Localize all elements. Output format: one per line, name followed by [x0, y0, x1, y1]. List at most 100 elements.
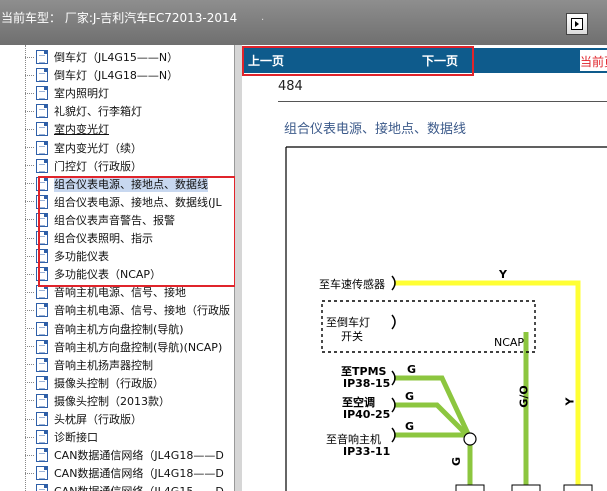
module-box-right — [563, 484, 593, 491]
wire-yellow-speed-sensor — [394, 280, 581, 491]
tree-item-label: 倒车灯（JL4G18——N） — [54, 69, 179, 83]
document-icon — [36, 50, 48, 64]
connector-tpms — [391, 370, 396, 386]
tree-item[interactable]: 倒车灯（JL4G18——N） — [25, 66, 234, 84]
tree-branch-line — [25, 291, 34, 293]
tree-item-label: 室内变光灯（续） — [54, 141, 142, 155]
connector-speed-sensor — [391, 275, 396, 291]
module-box-left — [455, 484, 485, 491]
label-tpms-2: IP38-15 — [343, 377, 391, 390]
tree-item-label: 音响主机方向盘控制(导航) — [54, 322, 184, 336]
document-icon — [36, 393, 48, 408]
tree-branch-line — [25, 382, 34, 384]
label-wire-y-top: Y — [499, 268, 507, 281]
wiring-diagram — [285, 146, 607, 491]
tree-item-label: CAN数据通信网络（JL4G15——D — [54, 483, 224, 491]
tree-item[interactable]: 音响主机电源、信号、接地（行政版 — [25, 301, 234, 319]
document-icon — [36, 430, 48, 445]
tree-branch-line — [25, 74, 34, 76]
tree-branch-line — [25, 56, 34, 58]
tree-branch-line — [25, 309, 34, 311]
tree-item[interactable]: 礼貌灯、行李箱灯 — [25, 102, 234, 120]
tree-item[interactable]: 室内变光灯（续） — [25, 139, 234, 157]
tree-branch-line — [25, 219, 34, 221]
tree-item[interactable]: 音响主机扬声器控制 — [25, 356, 234, 374]
tree-branch-line — [25, 400, 34, 402]
tree-item-label: 摄像头控制（2013款） — [54, 394, 170, 408]
tree-branch-line — [25, 273, 34, 275]
tree-item[interactable]: 室内变光灯 — [25, 120, 234, 138]
label-audio-2: IP33-11 — [343, 445, 391, 458]
label-wire-go: G/O — [517, 385, 531, 408]
tree-item-label: 摄像头控制（行政版） — [54, 376, 164, 390]
tree-item[interactable]: 诊断接口 — [25, 428, 234, 446]
tree-item[interactable]: CAN数据通信网络（JL4G18——D — [25, 446, 234, 464]
label-ncap: NCAP — [494, 336, 525, 349]
tree-item-label: 礼貌灯、行李箱灯 — [54, 105, 142, 119]
label-wire-g2: G — [405, 390, 415, 403]
document-icon — [36, 466, 48, 481]
label-ac-2: IP40-25 — [343, 408, 391, 421]
document-icon — [36, 375, 48, 390]
panel-splitter[interactable] — [235, 45, 242, 491]
wire-green-audio — [394, 432, 472, 441]
tree-item[interactable]: 门控灯（行政版） — [25, 157, 234, 175]
document-icon — [36, 484, 48, 491]
tree-item[interactable]: CAN数据通信网络（JL4G15——D — [25, 482, 234, 491]
tree-item[interactable]: 音响主机方向盘控制(导航)(NCAP) — [25, 338, 234, 356]
play-icon — [571, 18, 583, 30]
tree-item[interactable]: 摄像头控制（2013款） — [25, 392, 234, 410]
tree-branch-line — [25, 472, 34, 474]
connector-reverse-switch — [391, 314, 396, 330]
tree-branch-line — [25, 255, 34, 257]
tree-branch-line — [25, 183, 34, 185]
connector-ac — [391, 397, 396, 413]
splice-point — [463, 432, 477, 446]
tree-branch-line — [25, 346, 34, 348]
tree-branch-line — [25, 237, 34, 239]
tree-item[interactable]: 室内照明灯 — [25, 84, 234, 102]
tree-item-label: 头枕屏（行政版） — [54, 413, 142, 426]
tree-branch-line — [25, 92, 34, 94]
tree-item-label: CAN数据通信网络（JL4G18——D — [54, 467, 224, 481]
tree-branch-line — [25, 436, 34, 438]
tree-branch-line — [25, 328, 34, 329]
tree-item-label: 诊断接口 — [54, 431, 98, 445]
tree-branch-line — [25, 165, 34, 167]
document-icon — [36, 357, 48, 372]
tree-item-label: 室内变光灯 — [54, 123, 109, 137]
tree-branch-line — [25, 110, 34, 112]
tree-item-label: 音响主机电源、信号、接地（行政版 — [54, 304, 230, 318]
diagram-page: 上一页 下一页 当前页 484 组合仪表电源、接地点、数据线 至车速传感器 — [242, 45, 607, 491]
document-icon — [36, 448, 48, 463]
document-icon — [36, 104, 48, 119]
document-icon — [36, 339, 48, 354]
tree-branch-line — [25, 128, 34, 130]
tree-branch-line — [25, 418, 34, 420]
tree-item-label: 门控灯（行政版） — [54, 159, 142, 173]
document-icon — [36, 321, 48, 336]
title-bar: 当前车型： 厂家:J-吉利汽车EC72013-2014 . — [0, 0, 607, 45]
tree-item[interactable]: CAN数据通信网络（JL4G18——D — [25, 464, 234, 482]
document-icon — [36, 122, 48, 137]
tree-item[interactable]: 头枕屏（行政版） — [25, 410, 234, 428]
tree-item[interactable]: 倒车灯（JL4G15——N） — [25, 48, 234, 66]
document-icon — [36, 285, 48, 300]
panel-toggle-button[interactable] — [566, 13, 588, 35]
wire-reverse-switch — [394, 322, 526, 332]
tree-selection-highlight-box — [38, 176, 236, 287]
tree-branch-line — [25, 454, 34, 456]
label-wire-y-right: Y — [563, 397, 577, 406]
tree-item-label: 倒车灯（JL4G15——N） — [54, 51, 179, 64]
tree-item[interactable]: 摄像头控制（行政版） — [25, 374, 234, 392]
label-wire-g-bottom: G — [450, 456, 464, 467]
title-separator: . — [261, 12, 265, 23]
tree-item-label: 室内照明灯 — [54, 87, 109, 101]
label-reverse-switch-2: 开关 — [341, 330, 363, 343]
vehicle-title: 当前车型： 厂家:J-吉利汽车EC72013-2014 — [1, 11, 238, 25]
tree-item-label: 音响主机扬声器控制 — [54, 358, 153, 372]
module-box-mid — [511, 484, 541, 491]
document-icon — [36, 86, 48, 101]
document-icon — [36, 158, 48, 173]
tree-item[interactable]: 音响主机方向盘控制(导航) — [25, 320, 234, 338]
